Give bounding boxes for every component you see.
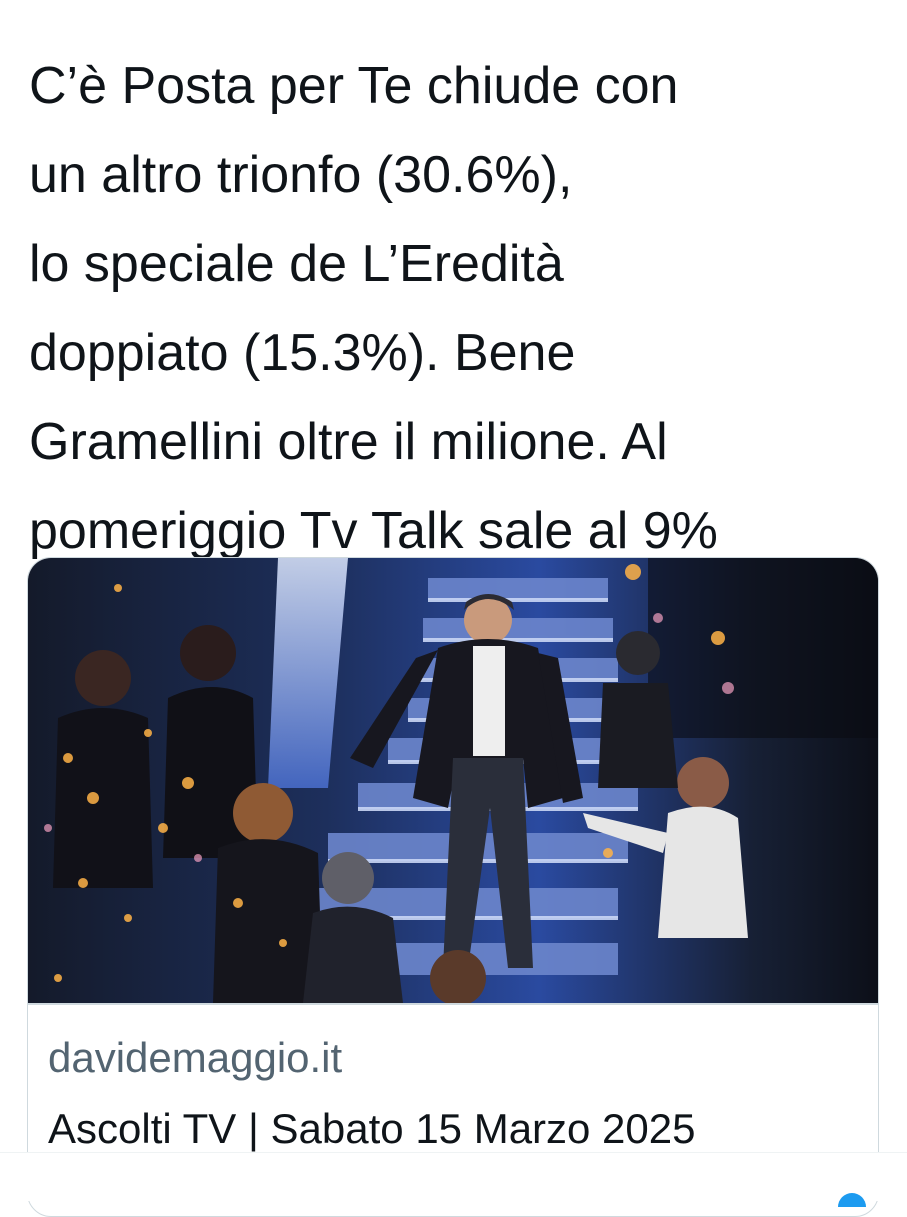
bottom-action-bar — [0, 1152, 907, 1201]
tweet-text-line: C’è Posta per Te chiude con — [29, 57, 679, 115]
link-preview-image[interactable] — [28, 558, 879, 1003]
tweet-text-line: lo speciale de L’Eredità — [29, 235, 564, 293]
link-preview-card[interactable]: davidemaggio.it Ascolti TV | Sabato 15 M… — [27, 557, 879, 1217]
tweet-text-line: doppiato (15.3%). Bene — [29, 324, 576, 382]
tweet-text: C’è Posta per Te chiude con un altro tri… — [29, 42, 889, 576]
tweet-text-line: Gramellini oltre il milione. Al — [29, 413, 668, 471]
card-divider — [28, 1003, 878, 1005]
link-domain[interactable]: davidemaggio.it — [48, 1034, 342, 1082]
tweet-text-line: un altro trionfo (30.6%), — [29, 146, 573, 204]
link-title[interactable]: Ascolti TV | Sabato 15 Marzo 2025 — [48, 1105, 696, 1153]
